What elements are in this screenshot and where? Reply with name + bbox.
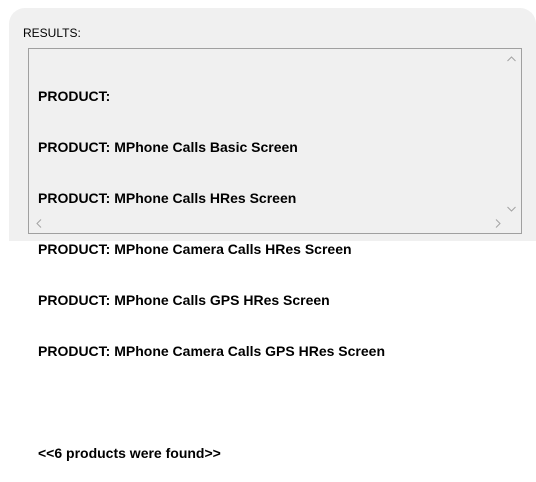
vertical-scrollbar[interactable] xyxy=(503,50,520,234)
scroll-up-button[interactable] xyxy=(503,50,520,67)
horizontal-scrollbar[interactable] xyxy=(30,215,506,232)
scroll-right-button[interactable] xyxy=(489,215,506,232)
results-output-box[interactable]: PRODUCT: PRODUCT: MPhone Calls Basic Scr… xyxy=(28,48,522,461)
chevron-down-icon xyxy=(507,206,516,212)
chevron-right-icon xyxy=(495,219,501,228)
result-line: PRODUCT: MPhone Calls Basic Screen xyxy=(38,139,298,155)
results-text[interactable]: PRODUCT: PRODUCT: MPhone Calls Basic Scr… xyxy=(38,54,498,482)
chevron-left-icon xyxy=(35,219,42,228)
result-line: PRODUCT: MPhone Camera Calls GPS HRes Sc… xyxy=(38,343,385,359)
result-line: PRODUCT: MPhone Camera Calls HRes Screen xyxy=(38,241,352,257)
result-blank-line xyxy=(38,394,498,411)
result-line: PRODUCT: MPhone Calls GPS HRes Screen xyxy=(38,292,330,308)
chevron-up-icon xyxy=(507,55,516,62)
result-line: PRODUCT: xyxy=(38,88,111,104)
scroll-left-button[interactable] xyxy=(30,215,47,232)
results-label: RESULTS: xyxy=(23,26,81,40)
result-summary: <<6 products were found>> xyxy=(38,445,221,461)
result-line: PRODUCT: MPhone Calls HRes Screen xyxy=(38,190,297,206)
